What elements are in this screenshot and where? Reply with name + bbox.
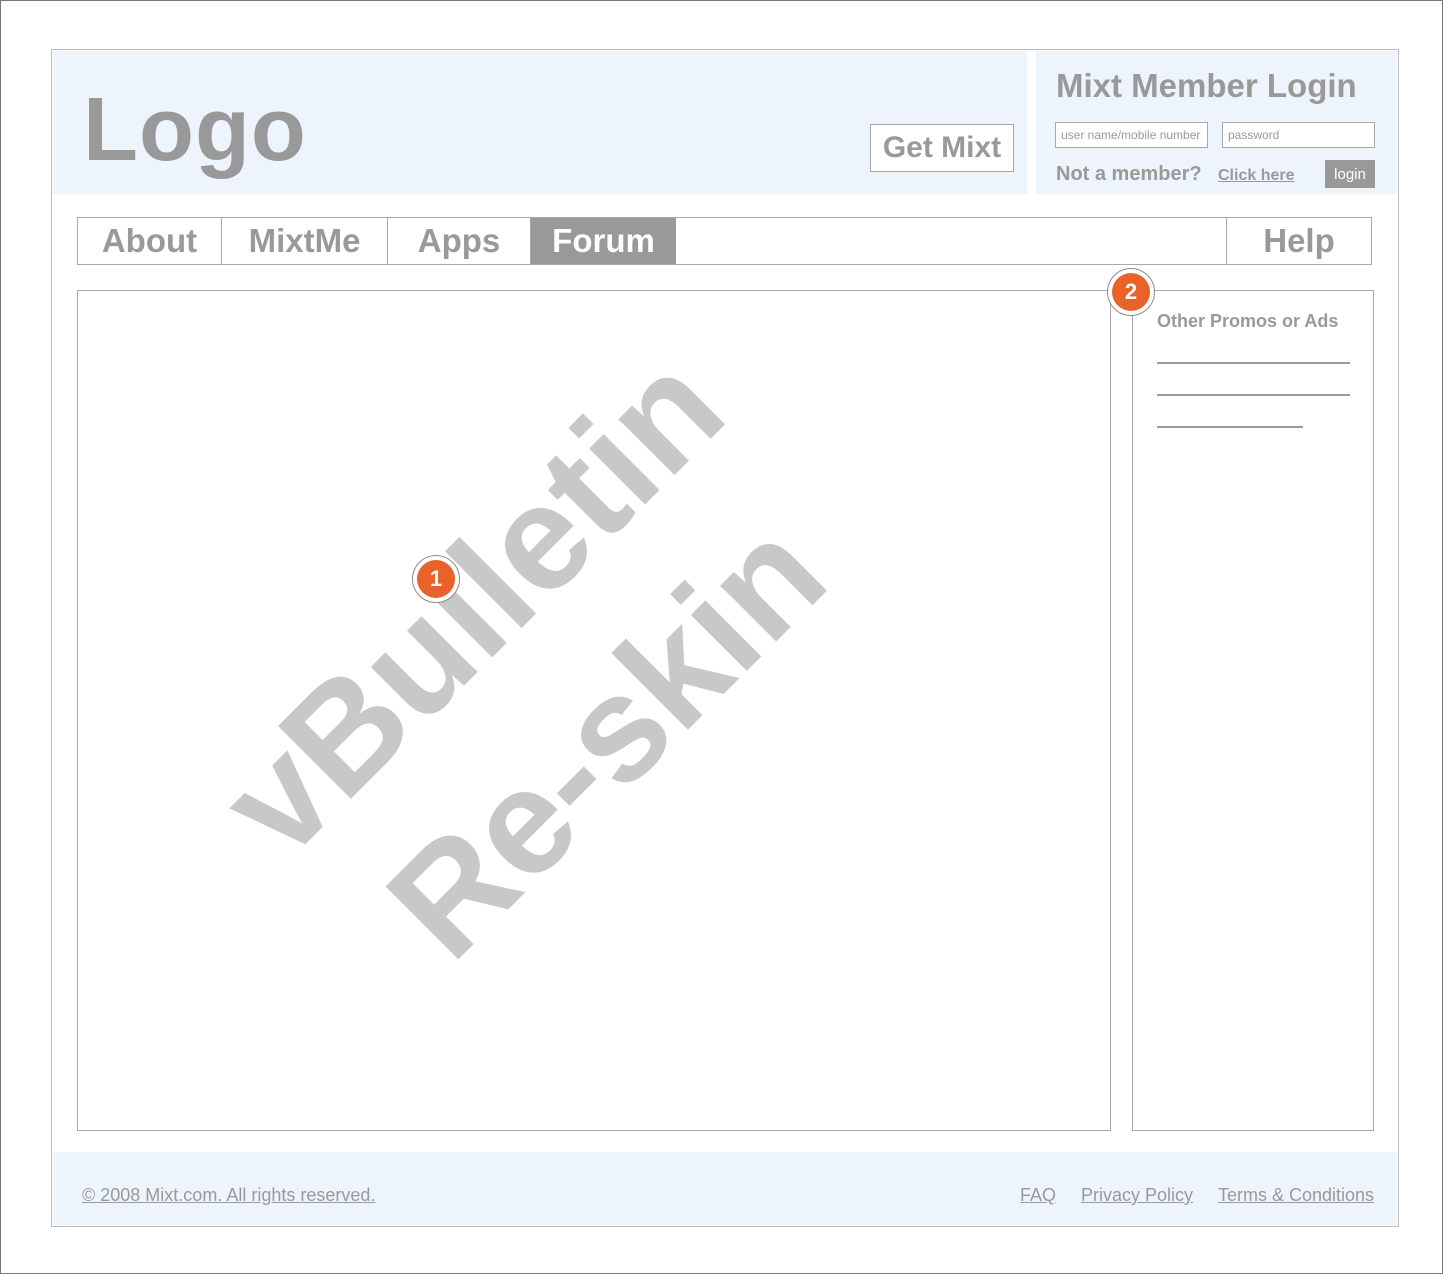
copyright-link[interactable]: © 2008 Mixt.com. All rights reserved. [82,1185,375,1206]
login-title: Mixt Member Login [1056,67,1357,104]
forum-content-area: vBulletin Re-skin [77,290,1111,1131]
annotation-badge-1: 1 [412,555,460,603]
watermark-line1: vBulletin [189,322,754,887]
nav-item-help[interactable]: Help [1226,218,1371,264]
badge-number: 2 [1112,273,1150,311]
placeholder-line [1157,362,1350,364]
badge-number: 1 [417,560,455,598]
sidebar-title: Other Promos or Ads [1157,311,1339,331]
placeholder-line [1157,394,1350,396]
nav-item-apps[interactable]: Apps [388,218,531,264]
nav-item-forum[interactable]: Forum [531,218,676,264]
promo-sidebar: Other Promos or Ads [1132,290,1374,1131]
main-nav: About MixtMe Apps Forum Help [77,217,1372,265]
not-member-label: Not a member? [1056,163,1202,185]
watermark: vBulletin Re-skin [189,322,856,989]
signup-link[interactable]: Click here [1218,167,1294,185]
page-container: Logo Get Mixt Mixt Member Login Not a me… [51,49,1399,1227]
get-mixt-button[interactable]: Get Mixt [870,124,1014,172]
login-button[interactable]: login [1325,160,1375,188]
logo[interactable]: Logo [83,79,307,182]
username-input[interactable] [1055,122,1208,148]
password-input[interactable] [1222,122,1375,148]
nav-item-about[interactable]: About [78,218,222,264]
header-banner: Logo Get Mixt [53,51,1027,194]
faq-link[interactable]: FAQ [1020,1185,1056,1206]
privacy-policy-link[interactable]: Privacy Policy [1081,1185,1193,1206]
annotation-badge-2: 2 [1107,268,1155,316]
footer: © 2008 Mixt.com. All rights reserved. FA… [53,1152,1397,1225]
nav-item-mixtme[interactable]: MixtMe [222,218,388,264]
wireframe-canvas: Logo Get Mixt Mixt Member Login Not a me… [0,0,1443,1274]
member-login-panel: Mixt Member Login Not a member? Click he… [1036,51,1397,194]
terms-link[interactable]: Terms & Conditions [1218,1185,1374,1206]
placeholder-line [1157,426,1303,428]
